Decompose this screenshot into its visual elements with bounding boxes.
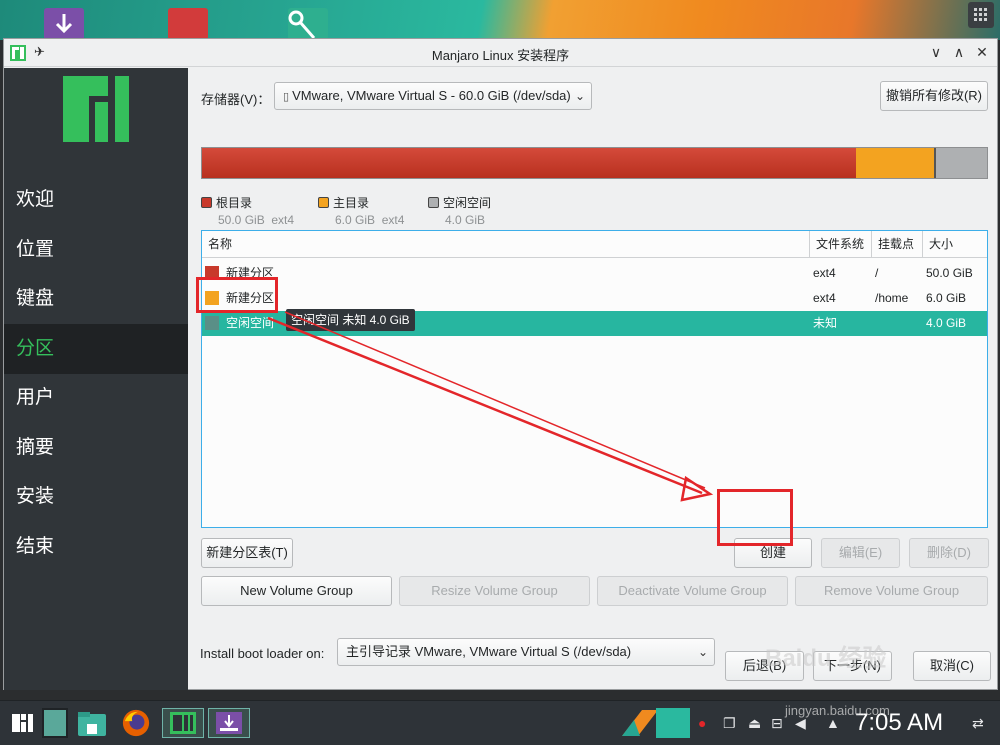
minimize-button[interactable]: ∨ <box>926 42 946 62</box>
sidebar-item-location: 位置 <box>16 239 55 260</box>
pager-icon[interactable] <box>620 708 660 738</box>
table-header: 名称 文件系统 挂载点 大小 <box>202 231 987 258</box>
sidebar: 欢迎 位置 键盘 分区 用户 摘要 安装 结束 <box>4 68 188 690</box>
chevron-down-icon: ⌄ <box>574 89 585 103</box>
application-launcher-icon[interactable] <box>8 708 38 738</box>
legend-swatch <box>318 197 329 208</box>
maximize-button[interactable]: ∧ <box>949 42 969 62</box>
sidebar-item-users: 用户 <box>16 387 55 408</box>
revert-all-button[interactable]: 撤销所有修改(R) <box>880 81 988 111</box>
disk-usage-bar <box>201 147 988 179</box>
desktop-wallpaper <box>0 0 1000 40</box>
storage-device-select[interactable]: ▯ VMware, VMware Virtual S - 60.0 GiB (/… <box>274 82 592 110</box>
legend-home: 主目录 6.0 GiB ext4 <box>318 194 404 227</box>
firefox-icon[interactable] <box>120 708 152 738</box>
manjaro-app-icon[interactable] <box>288 8 328 40</box>
taskbar-item-manjaro-hello[interactable] <box>162 708 204 738</box>
title-bar: ✈ Manjaro Linux 安装程序 ∨ ∧ ✕ <box>4 39 997 67</box>
sidebar-item-keyboard: 键盘 <box>16 288 55 309</box>
ghost-icon[interactable]: ● <box>698 715 706 731</box>
resize-volume-group-button[interactable]: Resize Volume Group <box>399 576 590 606</box>
storage-label: 存储器(V)： <box>201 92 271 107</box>
legend-swatch <box>428 197 439 208</box>
pager-desktop-2-icon[interactable] <box>656 708 690 738</box>
storage-device-value: VMware, VMware Virtual S - 60.0 GiB (/de… <box>292 88 571 103</box>
new-partition-table-button[interactable]: 新建分区表(T) <box>201 538 293 568</box>
table-row[interactable]: 新建分区 ext4 / 50.0 GiB <box>202 261 987 286</box>
delete-partition-button[interactable]: 删除(D) <box>909 538 989 568</box>
bootloader-select[interactable]: 主引导记录 VMware, VMware Virtual S (/dev/sda… <box>337 638 715 666</box>
deactivate-volume-group-button[interactable]: Deactivate Volume Group <box>597 576 788 606</box>
taskbar-item-installer[interactable] <box>208 708 250 738</box>
remove-volume-group-button[interactable]: Remove Volume Group <box>795 576 988 606</box>
desktop-menu-icon[interactable] <box>968 2 994 28</box>
network-icon[interactable]: ⊟ <box>771 715 783 732</box>
baidu-watermark: Baidu 经验 <box>765 645 887 672</box>
partition-table: 名称 文件系统 挂载点 大小 新建分区 ext4 / 50.0 GiB 新建分区… <box>201 230 988 528</box>
column-header-name[interactable]: 名称 <box>202 231 810 258</box>
usb-device-icon[interactable]: ⏏ <box>748 715 761 732</box>
panel-settings-icon[interactable]: ⇄ <box>972 715 984 732</box>
usage-segment-root <box>202 148 856 178</box>
close-button[interactable]: ✕ <box>972 42 992 62</box>
manjaro-logo <box>63 76 129 142</box>
sidebar-item-welcome: 欢迎 <box>16 189 55 210</box>
download-icon[interactable] <box>44 8 84 40</box>
sidebar-item-summary: 摘要 <box>16 437 55 458</box>
legend-swatch <box>201 197 212 208</box>
disk-icon: ▯ <box>283 91 293 103</box>
clipboard-icon[interactable]: ❐ <box>723 715 736 732</box>
legend-free: 空闲空间 4.0 GiB <box>428 194 491 227</box>
bootloader-label: Install boot loader on: <box>200 646 325 661</box>
bootloader-value: 主引导记录 VMware, VMware Virtual S (/dev/sda… <box>346 644 632 659</box>
column-header-size[interactable]: 大小 <box>922 231 987 258</box>
column-header-filesystem[interactable]: 文件系统 <box>809 231 872 258</box>
show-desktop-icon[interactable] <box>42 708 68 738</box>
usage-segment-home <box>855 148 935 178</box>
window-title: Manjaro Linux 安装程序 <box>431 48 570 63</box>
watermark-url: jingyan.baidu.com <box>785 703 890 718</box>
annotation-highlight-create <box>717 489 793 546</box>
pdf-document-icon[interactable] <box>168 8 208 40</box>
usage-segment-free <box>934 148 987 178</box>
cancel-button[interactable]: 取消(C) <box>913 651 991 681</box>
installer-window: ✈ Manjaro Linux 安装程序 ∨ ∧ ✕ 欢迎 位置 键盘 分区 用… <box>3 38 998 690</box>
chevron-down-icon: ⌄ <box>697 645 708 659</box>
row-tooltip: 空闲空间 未知 4.0 GiB <box>286 309 415 331</box>
sidebar-item-finish: 结束 <box>16 536 55 557</box>
edit-partition-button[interactable]: 编辑(E) <box>821 538 900 568</box>
sidebar-item-partitions: 分区 <box>4 324 188 374</box>
file-manager-icon[interactable] <box>76 708 108 738</box>
annotation-highlight-free-space <box>196 277 278 313</box>
sidebar-item-install: 安装 <box>16 486 55 507</box>
table-row[interactable]: 新建分区 ext4 /home 6.0 GiB <box>202 286 987 311</box>
partition-color-swatch <box>205 316 219 330</box>
legend-root: 根目录 50.0 GiB ext4 <box>201 194 294 227</box>
new-volume-group-button[interactable]: New Volume Group <box>201 576 392 606</box>
column-header-mountpoint[interactable]: 挂载点 <box>871 231 923 258</box>
partition-page: 存储器(V)： ▯ VMware, VMware Virtual S - 60.… <box>188 68 997 689</box>
